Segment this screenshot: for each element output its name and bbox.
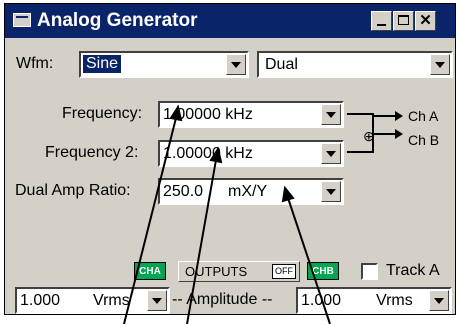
callout-arrowhead-ratio [281, 185, 295, 203]
callout-line-ratio [287, 197, 331, 324]
callout-arrowhead-frequency [169, 104, 183, 122]
callout-arrowhead-frequency2 [209, 146, 223, 164]
callout-line-frequency [123, 117, 177, 324]
callout-line-frequency2 [186, 159, 217, 324]
annotation-callouts [123, 104, 331, 324]
